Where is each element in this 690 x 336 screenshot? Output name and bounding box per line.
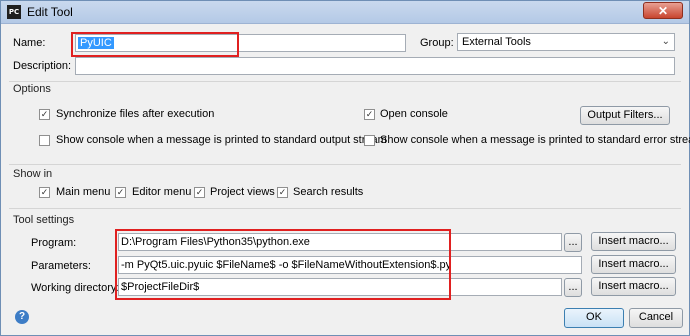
pycharm-app-icon: PC — [7, 5, 21, 19]
stderr-console-label: Show console when a message is printed t… — [380, 134, 690, 146]
open-console-checkbox[interactable]: ✓ — [364, 109, 375, 120]
tool-settings-header: Tool settings — [13, 214, 75, 226]
sync-files-label: Synchronize files after execution — [56, 108, 215, 120]
output-filters-button[interactable]: Output Filters... — [580, 106, 670, 125]
close-button[interactable]: ✕ — [643, 2, 683, 19]
separator — [9, 81, 681, 82]
search-results-checkbox[interactable]: ✓ — [277, 187, 288, 198]
window-title: Edit Tool — [27, 5, 73, 19]
options-header: Options — [13, 83, 51, 95]
annotation-highlight-box — [115, 229, 451, 300]
cancel-button[interactable]: Cancel — [629, 308, 683, 328]
working-directory-insert-macro-button[interactable]: Insert macro... — [591, 277, 676, 296]
sync-files-checkbox[interactable]: ✓ — [39, 109, 50, 120]
stdout-console-label: Show console when a message is printed t… — [56, 134, 387, 146]
group-select[interactable]: External Tools ⌄ — [457, 33, 675, 51]
annotation-highlight-box — [71, 32, 239, 57]
description-label: Description: — [13, 60, 72, 72]
search-results-label: Search results — [293, 186, 364, 198]
main-menu-checkbox[interactable]: ✓ — [39, 187, 50, 198]
help-icon[interactable]: ? — [15, 310, 29, 324]
ok-button[interactable]: OK — [564, 308, 624, 328]
group-label: Group: — [420, 37, 454, 49]
open-console-label: Open console — [380, 108, 448, 120]
parameters-label: Parameters: — [31, 260, 91, 272]
program-label: Program: — [31, 237, 77, 249]
stderr-console-checkbox[interactable] — [364, 135, 375, 146]
program-browse-button[interactable]: ... — [564, 233, 582, 252]
project-views-checkbox[interactable]: ✓ — [194, 187, 205, 198]
name-label: Name: — [13, 37, 46, 49]
group-select-value: External Tools — [462, 36, 531, 48]
edit-tool-dialog: PC Edit Tool ✕ Name: PyUIC Group: Extern… — [0, 0, 690, 336]
working-directory-label: Working directory: — [31, 282, 120, 294]
show-in-header: Show in — [13, 168, 53, 180]
editor-menu-checkbox[interactable]: ✓ — [115, 187, 126, 198]
separator — [9, 208, 681, 209]
editor-menu-label: Editor menu — [132, 186, 192, 198]
project-views-label: Project views — [210, 186, 275, 198]
separator — [9, 164, 681, 165]
stdout-console-checkbox[interactable] — [39, 135, 50, 146]
description-input[interactable] — [75, 57, 675, 75]
chevron-down-icon: ⌄ — [661, 36, 670, 47]
working-directory-browse-button[interactable]: ... — [564, 278, 582, 297]
program-insert-macro-button[interactable]: Insert macro... — [591, 232, 676, 251]
parameters-insert-macro-button[interactable]: Insert macro... — [591, 255, 676, 274]
title-bar[interactable]: PC Edit Tool ✕ — [1, 1, 689, 24]
main-menu-label: Main menu — [56, 186, 111, 198]
